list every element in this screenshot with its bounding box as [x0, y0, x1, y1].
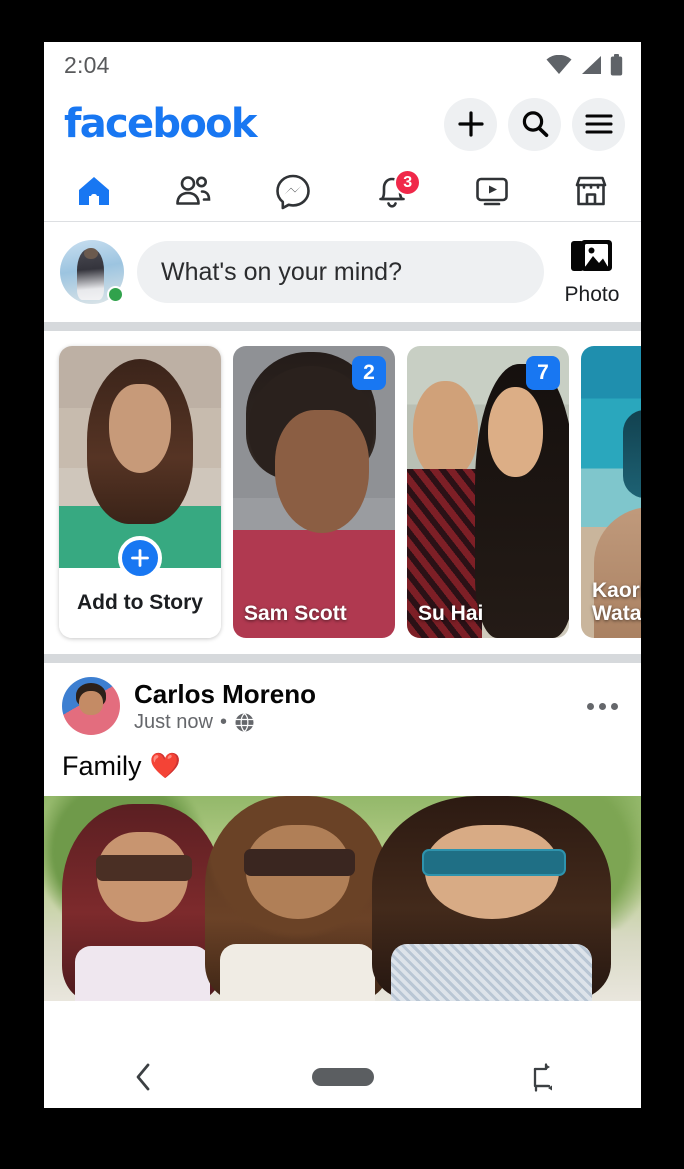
post-meta: Carlos Moreno Just now • [134, 678, 565, 735]
add-to-story-card[interactable]: Add to Story [59, 346, 221, 638]
cellular-signal-icon [582, 56, 601, 74]
tab-home[interactable] [44, 160, 144, 221]
photo-person [372, 796, 612, 1001]
screen-rotate-icon [533, 1063, 552, 1092]
story-unseen-badge: 2 [352, 356, 386, 390]
sunglasses [422, 849, 566, 876]
thumb-face [109, 383, 171, 473]
facebook-wordmark: facebook [64, 101, 258, 147]
sunglasses [95, 855, 193, 881]
video-icon [475, 177, 508, 205]
person-top [391, 943, 593, 1001]
add-story-thumbnail [59, 346, 221, 568]
home-icon [78, 176, 109, 205]
post-header: Carlos Moreno Just now • [44, 663, 641, 743]
heart-emoji: ❤️ [149, 752, 181, 780]
tab-marketplace[interactable] [542, 160, 642, 221]
post-timestamp: Just now [134, 711, 213, 734]
photo-person [205, 796, 391, 1001]
story-card[interactable]: 7 Su Hai [407, 346, 569, 638]
story-card[interactable]: Kaori Watanabe [581, 346, 641, 638]
thumb-dive-mask [623, 410, 641, 498]
notification-badge: 3 [394, 169, 422, 196]
header-actions [444, 97, 625, 151]
photo-button-label: Photo [564, 283, 620, 306]
create-button[interactable] [444, 97, 497, 151]
post-body-text: Family ❤️ [44, 743, 641, 796]
thumb-face-right [488, 386, 544, 478]
section-divider-top [44, 322, 641, 331]
composer-avatar-wrap[interactable] [60, 240, 124, 304]
hamburger-menu-icon [584, 114, 613, 134]
messenger-icon [275, 174, 310, 209]
more-dot [586, 702, 594, 710]
stories-tray: Add to Story 2 Sam Scott 7 Su Hai Kaori … [44, 331, 641, 654]
post-author-name[interactable]: Carlos Moreno [134, 678, 565, 711]
sunglasses [244, 849, 356, 876]
avatar-face [79, 690, 103, 716]
post-options-button[interactable] [579, 686, 625, 726]
wifi-icon [546, 55, 572, 74]
post-author-avatar[interactable] [62, 677, 120, 735]
tab-friends[interactable] [144, 160, 244, 221]
composer-placeholder: What's on your mind? [161, 257, 402, 286]
post-composer: What's on your mind? Photo [44, 222, 641, 322]
main-tab-bar: 3 [44, 160, 641, 222]
android-navigation-bar [44, 1046, 641, 1108]
marketplace-icon [575, 176, 607, 205]
plus-icon [131, 549, 149, 567]
tab-notifications[interactable]: 3 [343, 160, 443, 221]
more-dot [610, 702, 618, 710]
story-unseen-badge: 7 [526, 356, 560, 390]
person-top [219, 943, 376, 1001]
separator-dot: • [219, 711, 227, 734]
back-chevron-icon [136, 1063, 149, 1091]
status-time: 2:04 [64, 51, 110, 78]
story-author-name: Kaori Watanabe [592, 578, 641, 626]
search-button[interactable] [508, 97, 561, 151]
post-subtitle: Just now • [134, 711, 565, 734]
feed-post: Carlos Moreno Just now • Family ❤️ [44, 663, 641, 1001]
app-header: facebook [44, 88, 641, 160]
friends-icon [176, 175, 211, 205]
phone-screen: 2:04 facebook 3 What's on your mind? Pho… [44, 42, 641, 1108]
globe-public-icon [235, 713, 254, 733]
thumb-face [275, 410, 370, 533]
nav-back-button[interactable] [44, 1060, 243, 1094]
thumb-face-left [413, 381, 479, 481]
avatar-head [84, 248, 98, 260]
status-bar: 2:04 [44, 42, 641, 88]
online-status-dot [107, 286, 124, 303]
add-story-plus-button[interactable] [118, 536, 162, 580]
photo-stack-icon [571, 240, 612, 271]
more-dot [598, 702, 606, 710]
story-author-name: Sam Scott [244, 602, 347, 626]
composer-input[interactable]: What's on your mind? [137, 241, 544, 303]
post-attached-photo[interactable] [44, 796, 641, 1001]
menu-button[interactable] [572, 97, 625, 151]
story-author-name: Su Hai [418, 602, 484, 626]
tab-messenger[interactable] [243, 160, 343, 221]
story-card[interactable]: 2 Sam Scott [233, 346, 395, 638]
status-icons [546, 54, 623, 76]
battery-icon [610, 54, 623, 76]
section-divider-bottom [44, 654, 641, 663]
plus-icon [457, 111, 484, 137]
home-pill-icon [311, 1068, 374, 1086]
photo-person [61, 804, 224, 1001]
search-icon [522, 111, 548, 137]
person-top [74, 945, 211, 1001]
nav-home-button[interactable] [243, 1068, 442, 1086]
add-story-label: Add to Story [77, 591, 203, 614]
photo-button[interactable]: Photo [557, 237, 627, 307]
post-text-content: Family [62, 751, 142, 781]
nav-rotate-button[interactable] [442, 1061, 641, 1093]
tab-watch[interactable] [442, 160, 542, 221]
screenshot-stage: 2:04 facebook 3 What's on your mind? Pho… [0, 0, 684, 1169]
